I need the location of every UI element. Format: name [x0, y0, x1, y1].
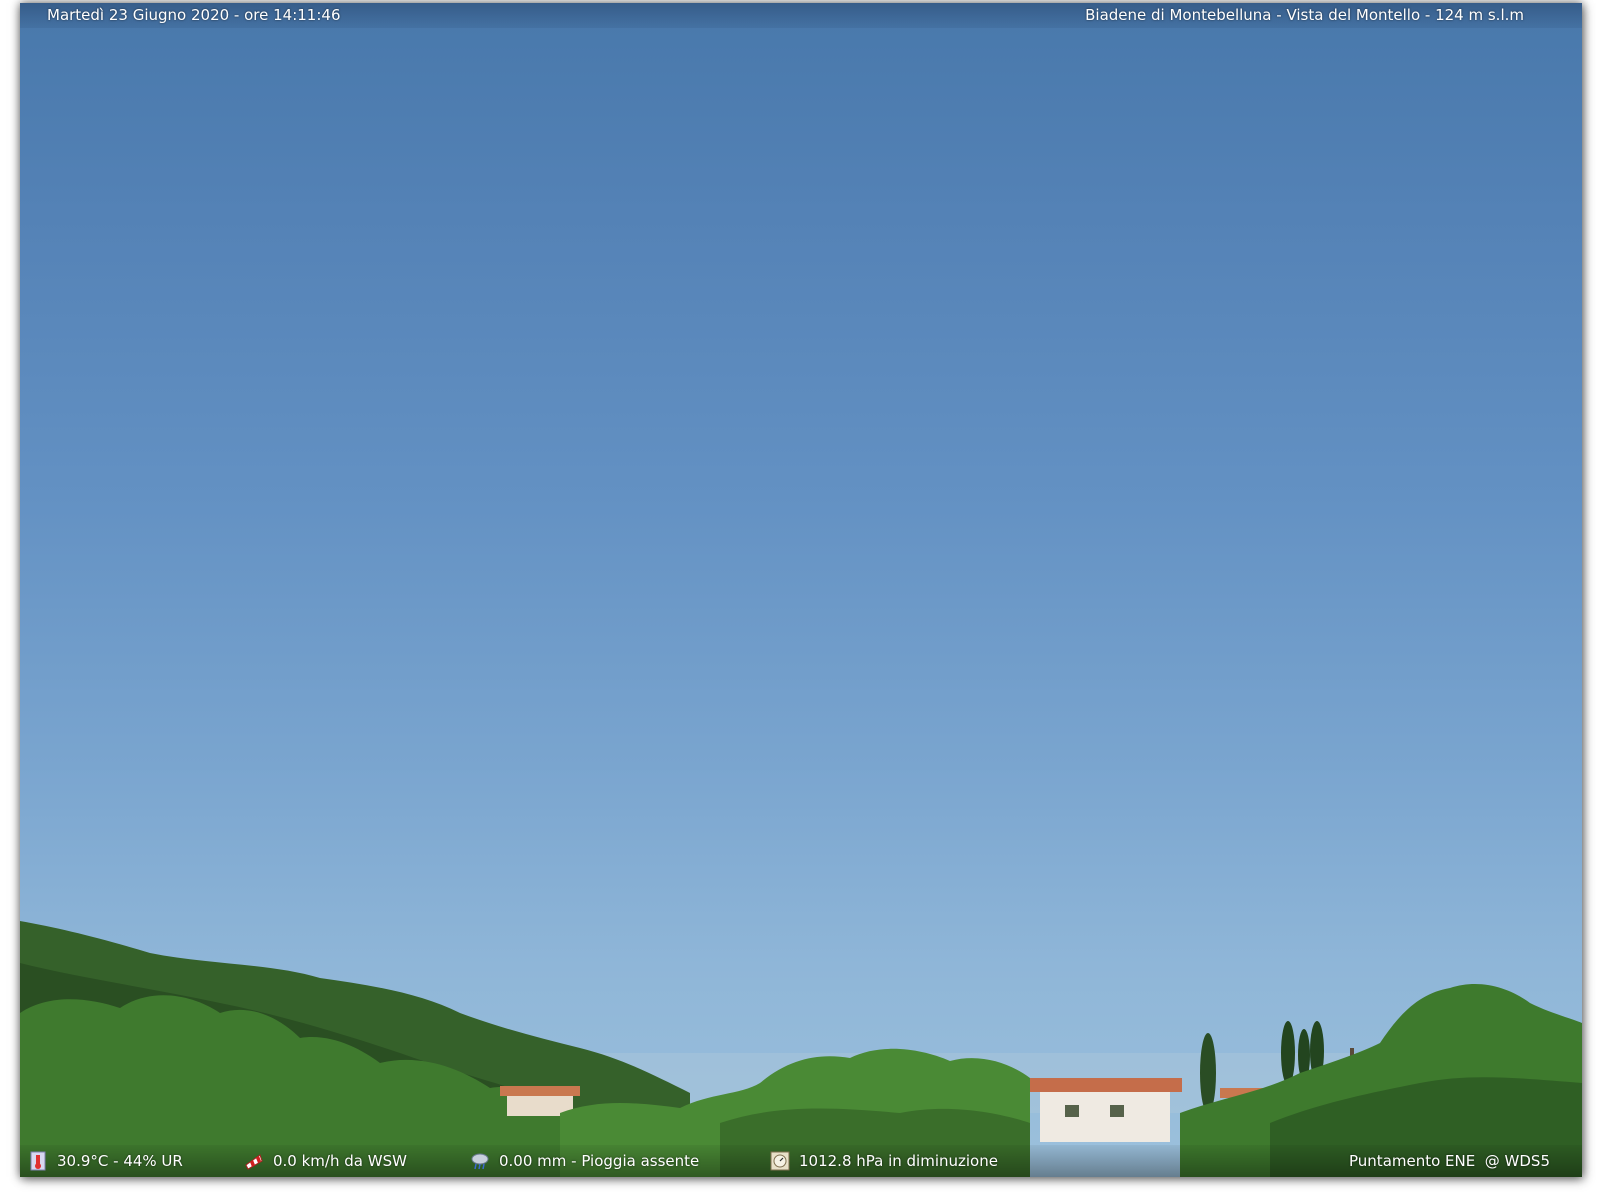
wind-readout: 0.0 km/h da WSW	[244, 1145, 407, 1177]
house-wall-2	[1040, 1092, 1170, 1142]
temperature-humidity-text: 30.9°C - 44% UR	[57, 1152, 183, 1170]
house-roof-2	[1030, 1078, 1182, 1092]
pointing-text: Puntamento ENE @ WDS5	[1349, 1152, 1550, 1170]
rain-readout: 0.00 mm - Pioggia assente	[470, 1145, 699, 1177]
cypress-2	[1281, 1021, 1295, 1085]
temperature-readout: 30.9°C - 44% UR	[28, 1145, 183, 1177]
house-roof-1	[500, 1086, 580, 1096]
weather-overlay-bar: 30.9°C - 44% UR 0.0 km/h da WSW 0.00 mm …	[20, 1145, 1582, 1177]
rain-cloud-icon	[471, 1153, 489, 1170]
capture-datetime: Martedì 23 Giugno 2020 - ore 14:11:46	[47, 6, 341, 24]
windsock-icon	[245, 1154, 263, 1170]
top-overlay-bar: Martedì 23 Giugno 2020 - ore 14:11:46 Bi…	[20, 3, 1582, 28]
pressure-text: 1012.8 hPa in diminuzione	[799, 1152, 998, 1170]
thermometer-icon	[30, 1151, 46, 1171]
rain-text: 0.00 mm - Pioggia assente	[499, 1152, 700, 1170]
camera-location: Biadene di Montebelluna - Vista del Mont…	[1085, 6, 1524, 24]
barometer-icon	[770, 1151, 790, 1171]
landscape-scene	[20, 921, 1582, 1177]
pointing-readout: Puntamento ENE @ WDS5	[1349, 1145, 1550, 1177]
wind-text: 0.0 km/h da WSW	[273, 1152, 407, 1170]
webcam-frame: Martedì 23 Giugno 2020 - ore 14:11:46 Bi…	[20, 3, 1582, 1177]
pressure-readout: 1012.8 hPa in diminuzione	[770, 1145, 998, 1177]
house-window-2	[1110, 1105, 1124, 1117]
cypress-1	[1200, 1033, 1216, 1113]
house-window-1	[1065, 1105, 1079, 1117]
